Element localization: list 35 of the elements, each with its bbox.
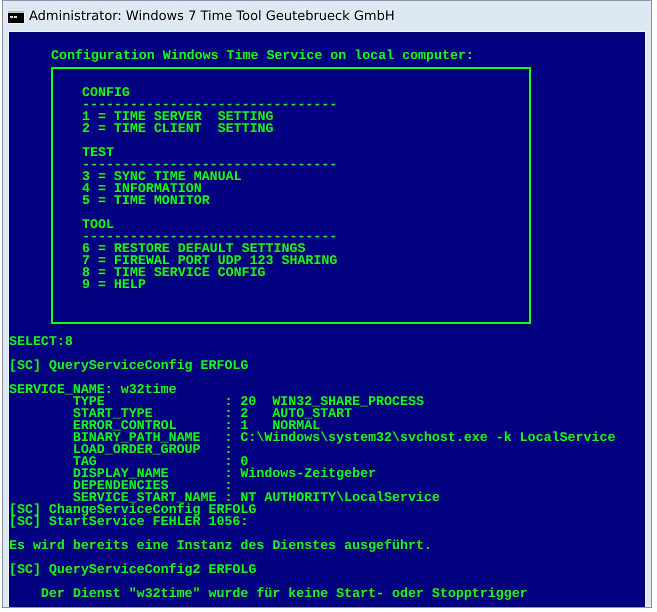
console-line: SERVICE_NAME: w32time <box>9 384 178 396</box>
dashed-rule: -------------------------------- <box>82 231 338 243</box>
menu-option: 7 = FIREWAL PORT UDP 123 SHARING <box>82 255 529 267</box>
console-line: [SC] QueryServiceConfig ERFOLG <box>9 360 250 372</box>
dashed-rule: -------------------------------- <box>82 159 338 171</box>
console-line: DEPENDENCIES : <box>72 480 234 492</box>
console-line: Der Dienst "w32time" wurde für keine Start- oder Stopptrigger <box>40 588 529 600</box>
menu-option: 1 = TIME SERVER SETTING <box>82 111 529 123</box>
console-line: [SC] StartService FEHLER 1056: <box>9 516 250 528</box>
console-line: LOAD_ORDER_GROUP : <box>72 444 234 456</box>
console-icon <box>8 10 24 22</box>
console-line: SELECT:8 <box>9 336 74 348</box>
console-line: [SC] ChangeServiceConfig ERFOLG <box>9 504 258 516</box>
console-heading: Configuration Windows Time Service on local computer: <box>51 50 475 62</box>
menu-option: 5 = TIME MONITOR <box>82 195 529 207</box>
console-line: [SC] QueryServiceConfig2 ERFOLG <box>9 564 258 576</box>
menu-option: 4 = INFORMATION <box>82 183 529 195</box>
console-line: ERROR_CONTROL : 1 NORMAL <box>72 420 320 432</box>
dashed-rule: -------------------------------- <box>82 99 338 111</box>
console-line: DISPLAY_NAME : Windows-Zeitgeber <box>72 468 378 480</box>
menu-option: 9 = HELP <box>82 279 529 291</box>
menu-option: 8 = TIME SERVICE CONFIG <box>82 267 529 279</box>
console-line: TAG : 0 <box>72 456 248 468</box>
console-line: BINARY_PATH_NAME : C:\Windows\system32\svchost.exe -k LocalService <box>72 432 616 444</box>
section-heading: TEST <box>82 147 115 159</box>
menu-option: 3 = SYNC TIME MANUAL <box>82 171 529 183</box>
menu-option: 6 = RESTORE DEFAULT SETTINGS <box>82 243 529 255</box>
section-heading: TOOL <box>82 219 115 231</box>
console-line: Es wird bereits eine Instanz des Dienstes ausgeführt. <box>9 540 433 552</box>
console-line: SERVICE_START_NAME : NT AUTHORITY\LocalService <box>72 492 441 504</box>
console-line: TYPE : 20 WIN32_SHARE_PROCESS <box>72 396 425 408</box>
menu-option: 2 = TIME CLIENT SETTING <box>82 123 529 135</box>
section-heading: CONFIG <box>82 87 131 99</box>
window-title: Administrator: Windows 7 Time Tool Geutebrueck GmbH <box>29 9 395 24</box>
console-line: START_TYPE : 2 AUTO_START <box>72 408 352 420</box>
